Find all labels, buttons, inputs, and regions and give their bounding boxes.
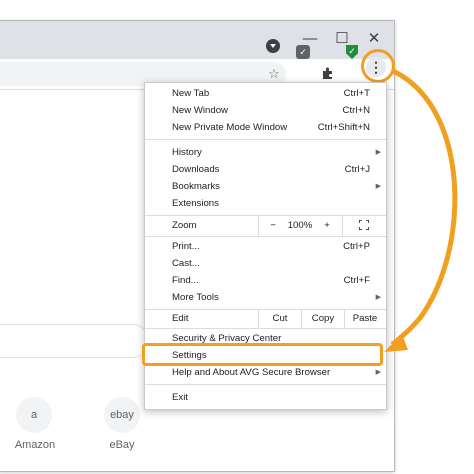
menu-label: Extensions [172,198,219,209]
menu-label: History [172,147,202,158]
submenu-arrow-icon: ▶ [375,149,381,156]
menu-item-cast[interactable]: Cast... [145,256,386,272]
zoom-in-button[interactable]: + [313,216,341,236]
menu-item-print[interactable]: Print... Ctrl+P [145,239,386,255]
fullscreen-icon[interactable] [343,216,385,236]
menu-item-new-tab[interactable]: New Tab Ctrl+T [145,86,386,102]
submenu-arrow-icon: ▶ [375,294,381,301]
title-bar: — ☐ ✕ [0,21,394,59]
close-button[interactable]: ✕ [360,27,388,51]
menu-label: New Window [172,105,228,116]
menu-label: Find... [172,275,199,286]
zoom-level: 100% [287,220,313,231]
menu-shortcut: Ctrl+N [342,105,370,116]
settings-highlight-box [142,343,383,366]
puzzle-icon[interactable] [320,66,336,82]
shortcut-ebay-icon[interactable]: ebay [104,397,140,433]
shortcut-amazon-icon[interactable]: a [16,397,52,433]
bookmark-star-icon[interactable]: ☆ [266,66,282,82]
menu-label: Cast... [172,258,200,269]
menu-shortcut: Ctrl+F [343,275,370,286]
menu-item-extensions[interactable]: Extensions [145,196,386,212]
cut-button[interactable]: Cut [259,310,301,328]
menu-label: Downloads [172,164,220,175]
menu-label: Exit [172,392,188,403]
menu-item-more-tools[interactable]: More Tools ▶ [145,290,386,306]
search-box[interactable] [0,324,149,358]
menu-label: Help and About AVG Secure Browser [172,367,331,378]
menu-item-exit[interactable]: Exit [145,390,386,406]
menu-item-new-private-window[interactable]: New Private Mode Window Ctrl+Shift+N [145,120,386,136]
menu-item-help-about[interactable]: Help and About AVG Secure Browser ▶ [145,365,386,381]
menu-button-highlight [361,49,395,83]
edit-label: Edit [172,313,189,324]
menu-item-downloads[interactable]: Downloads Ctrl+J [145,162,386,178]
menu-item-new-window[interactable]: New Window Ctrl+N [145,103,386,119]
menu-shortcut: Ctrl+J [344,164,370,175]
copy-button[interactable]: Copy [302,310,344,328]
menu-label: New Private Mode Window [172,122,288,133]
menu-shortcut: Ctrl+T [343,88,370,99]
zoom-label: Zoom [172,220,197,231]
tab-search-icon[interactable] [266,39,280,53]
menu-label: Print... [172,241,200,252]
zoom-row: Zoom − 100% + [145,215,386,237]
menu-label: Bookmarks [172,181,220,192]
menu-item-find[interactable]: Find... Ctrl+F [145,273,386,289]
zoom-out-button[interactable]: − [259,216,287,236]
submenu-arrow-icon: ▶ [375,183,381,190]
menu-divider [145,384,386,385]
shortcut-amazon-label[interactable]: Amazon [0,439,70,451]
menu-shortcut: Ctrl+P [343,241,370,252]
avg-shield-icon[interactable]: ✓ [296,45,310,59]
menu-label: More Tools [172,292,219,303]
menu-item-history[interactable]: History ▶ [145,145,386,161]
shortcut-ebay-label[interactable]: eBay [87,439,157,451]
paste-button[interactable]: Paste [345,310,385,328]
submenu-arrow-icon: ▶ [375,369,381,376]
edit-row: Edit Cut Copy Paste [145,309,386,329]
menu-shortcut: Ctrl+Shift+N [317,122,370,133]
menu-divider [145,139,386,140]
menu-label: New Tab [172,88,210,99]
menu-item-bookmarks[interactable]: Bookmarks ▶ [145,179,386,195]
